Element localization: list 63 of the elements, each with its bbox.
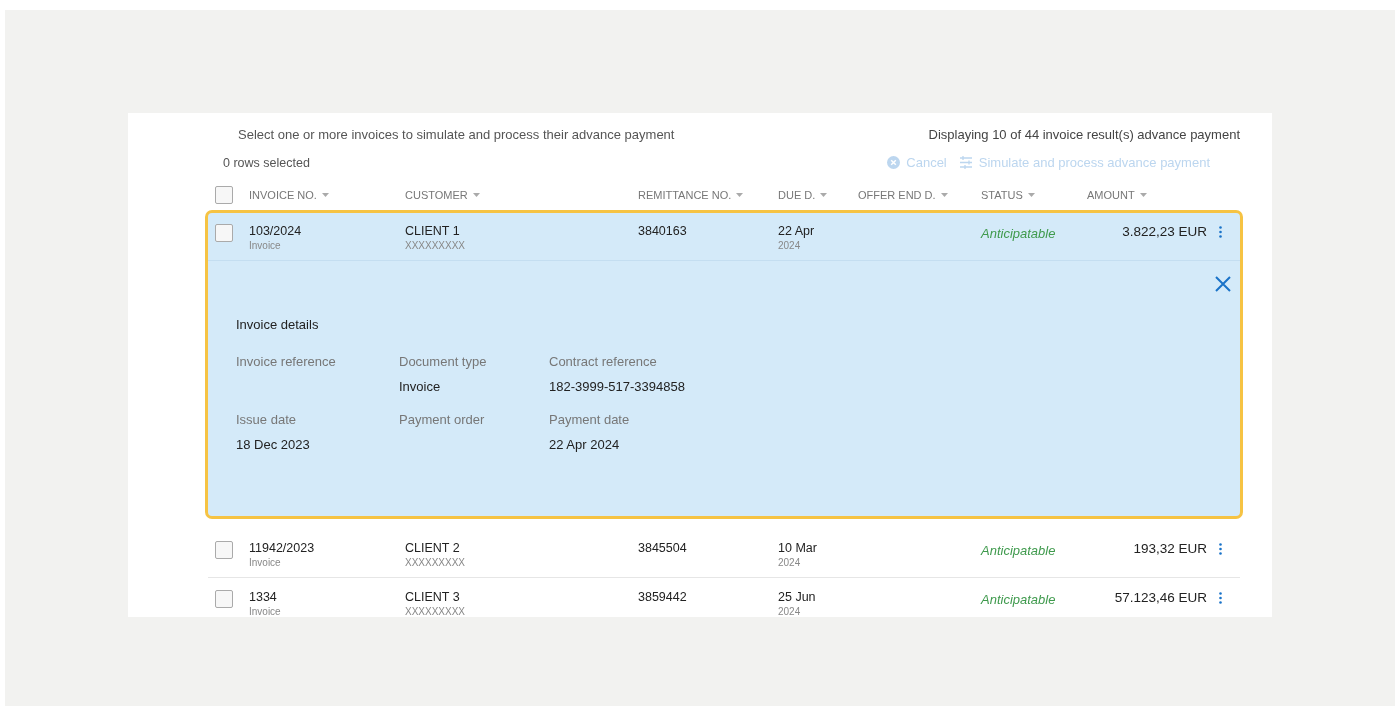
- table-row[interactable]: 1334 Invoice CLIENT 3 XXXXXXXXX 3859442 25 Jun 2024 Anticipatable 57.123,46 EUR: [208, 578, 1240, 617]
- result-count: Displaying 10 of 44 invoice result(s) advance payment: [928, 127, 1240, 142]
- column-header[interactable]: AMOUNT: [1087, 189, 1135, 201]
- column-header[interactable]: STATUS: [981, 189, 1023, 201]
- amount: 57.123,46 EUR: [1114, 590, 1207, 605]
- customer-name: CLIENT 2: [405, 541, 461, 555]
- due-date: 22 Apr: [778, 224, 816, 238]
- detail-label: Issue date: [236, 412, 297, 427]
- invoice-type: Invoice: [249, 240, 282, 251]
- detail-label: Payment order: [399, 412, 486, 427]
- column-header[interactable]: INVOICE NO.: [249, 189, 317, 201]
- invoice-type: Invoice: [249, 606, 282, 617]
- due-year: 2024: [778, 606, 802, 617]
- remittance-number: 3840163: [638, 224, 688, 238]
- customer-id: XXXXXXXXX: [405, 606, 467, 617]
- invoice-number: 11942/2023: [249, 541, 316, 555]
- due-year: 2024: [778, 557, 802, 568]
- column-header[interactable]: REMITTANCE NO.: [638, 189, 732, 201]
- customer-name: CLIENT 3: [405, 590, 461, 604]
- sort-icon[interactable]: [940, 193, 948, 197]
- invoice-number: 1334: [249, 590, 278, 604]
- detail-value: 18 Dec 2023: [236, 437, 311, 452]
- amount: 3.822,23 EUR: [1122, 224, 1207, 239]
- due-date: 10 Mar: [778, 541, 818, 555]
- remittance-number: 3859442: [638, 590, 688, 604]
- detail-label: Invoice reference: [236, 354, 337, 369]
- sort-icon[interactable]: [1139, 193, 1147, 197]
- checkbox[interactable]: [215, 186, 233, 204]
- due-year: 2024: [778, 240, 802, 251]
- detail-label: Payment date: [549, 412, 631, 427]
- detail-label: Document type: [399, 354, 488, 369]
- customer-name: CLIENT 1: [405, 224, 461, 238]
- sort-icon[interactable]: [736, 193, 744, 197]
- detail-value: 22 Apr 2024: [549, 437, 621, 452]
- sort-icon[interactable]: [472, 193, 480, 197]
- column-header[interactable]: CUSTOMER: [405, 189, 468, 201]
- customer-id: XXXXXXXXX: [405, 240, 467, 251]
- checkbox[interactable]: [215, 590, 233, 608]
- invoice-type: Invoice: [249, 557, 282, 568]
- sort-icon[interactable]: [321, 193, 329, 197]
- invoice-number: 103/2024: [249, 224, 303, 238]
- status-text: Anticipatable: [981, 543, 1056, 558]
- column-header[interactable]: DUE D.: [778, 189, 816, 201]
- instructions-text: Select one or more invoices to simulate and process their advance payment: [238, 127, 675, 142]
- checkbox[interactable]: [215, 224, 233, 242]
- status-text: Anticipatable: [981, 226, 1056, 241]
- sliders-icon: [958, 156, 973, 169]
- table-row[interactable]: 11942/2023 Invoice CLIENT 2 XXXXXXXXX 3845504 10 Mar 2024 Anticipatable 193,32 EUR: [208, 529, 1240, 578]
- detail-label: Contract reference: [549, 354, 658, 369]
- checkbox[interactable]: [215, 541, 233, 559]
- status-text: Anticipatable: [981, 592, 1056, 607]
- cancel-icon: [887, 156, 901, 169]
- remittance-number: 3845504: [638, 541, 688, 555]
- detail-value: Invoice: [399, 379, 442, 394]
- sort-icon[interactable]: [820, 193, 828, 197]
- detail-value: 182-3999-517-3394858: [549, 379, 686, 394]
- amount: 193,32 EUR: [1133, 541, 1207, 556]
- customer-id: XXXXXXXXX: [405, 557, 467, 568]
- column-header[interactable]: OFFER END D.: [858, 189, 936, 201]
- details-title: Invoice details: [236, 317, 320, 332]
- due-date: 25 Jun: [778, 590, 817, 604]
- sort-icon[interactable]: [1027, 193, 1035, 197]
- selection-count: 0 rows selected: [223, 155, 310, 170]
